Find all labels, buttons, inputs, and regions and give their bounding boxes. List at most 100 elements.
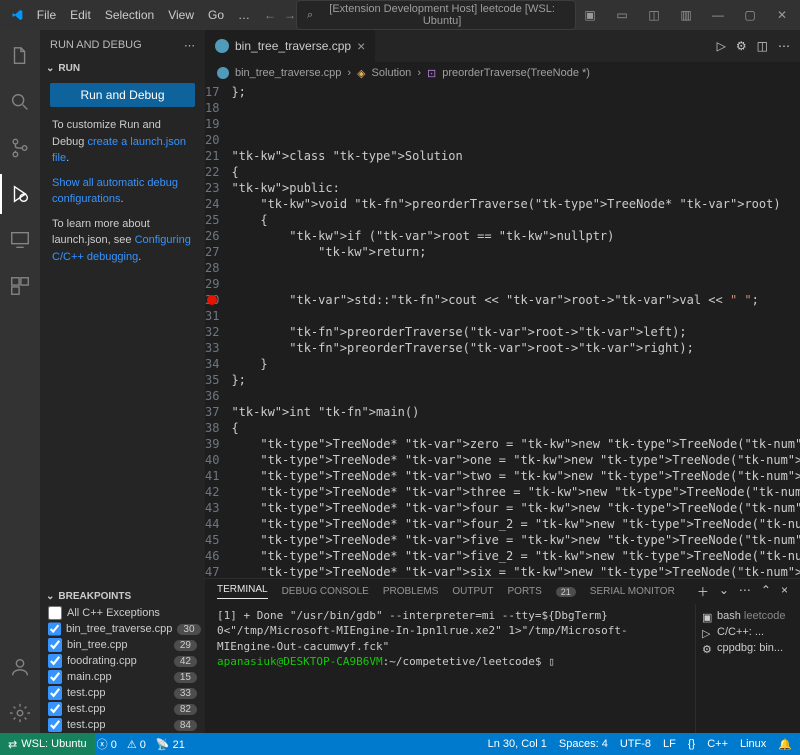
sidebar: RUN AND DEBUG ⋯ ⌄ RUN Run and Debug To c… bbox=[40, 30, 205, 733]
run-and-debug-button[interactable]: Run and Debug bbox=[50, 83, 195, 107]
terminal-item[interactable]: ▣bash leetcode bbox=[702, 608, 794, 624]
menu-…[interactable]: … bbox=[232, 4, 256, 26]
account-icon[interactable] bbox=[0, 647, 40, 687]
breakpoint-item[interactable]: foodrating.cpp42 bbox=[40, 653, 205, 669]
terminal-output: [1] + Done "/usr/bin/gdb" --interpreter=… bbox=[217, 608, 683, 654]
os-indicator[interactable]: Linux bbox=[740, 738, 766, 751]
layout-secondary-icon[interactable]: ◫ bbox=[640, 4, 668, 26]
panel-tab-terminal[interactable]: TERMINAL bbox=[217, 584, 268, 599]
cpp-file-icon bbox=[217, 67, 229, 79]
panel-tab-problems[interactable]: PROBLEMS bbox=[383, 586, 439, 597]
lang-braces-icon[interactable]: {} bbox=[688, 738, 695, 751]
remote-explorer-icon[interactable] bbox=[0, 220, 40, 260]
breakpoint-item[interactable]: main.cpp15 bbox=[40, 669, 205, 685]
menu-view[interactable]: View bbox=[162, 4, 200, 26]
nav-fwd-icon[interactable]: → bbox=[284, 8, 296, 22]
maximize-panel-icon[interactable]: ⌃ bbox=[761, 583, 771, 600]
panel-tab-output[interactable]: OUTPUT bbox=[452, 586, 493, 597]
minimize-icon[interactable]: — bbox=[704, 4, 732, 26]
remote-icon: ⇄ bbox=[8, 738, 17, 751]
search-icon[interactable] bbox=[0, 82, 40, 122]
gear-icon[interactable]: ⚙ bbox=[736, 39, 747, 53]
learn-text: To learn more about launch.json, see Con… bbox=[40, 212, 205, 270]
close-tab-icon[interactable]: × bbox=[357, 38, 365, 54]
cpp-file-icon bbox=[215, 39, 229, 53]
class-symbol-icon: ◈ bbox=[357, 67, 365, 80]
panel-tabs: TERMINAL DEBUG CONSOLE PROBLEMS OUTPUT PORTS… bbox=[205, 579, 800, 604]
bp-checkbox[interactable] bbox=[48, 718, 62, 732]
terminal-dropdown-icon[interactable]: ⌄ bbox=[719, 583, 729, 600]
bp-exceptions-checkbox[interactable] bbox=[48, 606, 62, 620]
settings-icon[interactable] bbox=[0, 693, 40, 733]
more-icon[interactable]: ⋯ bbox=[778, 39, 790, 53]
run-section[interactable]: ⌄ RUN bbox=[40, 60, 205, 77]
bp-checkbox[interactable] bbox=[48, 654, 62, 668]
breakpoint-item[interactable]: test.cpp82 bbox=[40, 701, 205, 717]
source-control-icon[interactable] bbox=[0, 128, 40, 168]
encoding[interactable]: UTF-8 bbox=[620, 738, 651, 751]
terminal-item[interactable]: ⚙cppdbg: bin... bbox=[702, 640, 794, 656]
code-editor[interactable]: 1718192021222324252627282930313233343536… bbox=[205, 84, 800, 578]
bp-checkbox[interactable] bbox=[48, 670, 62, 684]
bp-checkbox[interactable] bbox=[48, 638, 62, 652]
close-panel-icon[interactable]: × bbox=[781, 583, 788, 600]
remote-indicator[interactable]: ⇄ WSL: Ubuntu bbox=[0, 733, 95, 755]
layout-toggle-icon[interactable]: ▥ bbox=[672, 4, 700, 26]
maximize-icon[interactable]: ▢ bbox=[736, 4, 764, 26]
terminal-prompt-user: apanasiuk@DESKTOP-CA9B6VM bbox=[217, 655, 383, 668]
ports-count[interactable]: 📡 21 bbox=[156, 738, 185, 751]
tab-filename: bin_tree_traverse.cpp bbox=[235, 39, 351, 53]
more-icon[interactable]: ⋯ bbox=[739, 583, 751, 600]
extensions-icon[interactable] bbox=[0, 266, 40, 306]
menu-file[interactable]: File bbox=[31, 4, 62, 26]
nav-arrows[interactable]: ← → bbox=[264, 8, 296, 22]
bash-icon: ▣ bbox=[702, 611, 712, 621]
command-center[interactable]: ⌕ [Extension Development Host] leetcode … bbox=[296, 0, 576, 30]
chevron-down-icon: ⌄ bbox=[46, 63, 54, 74]
debug-icon: ▷ bbox=[702, 627, 712, 637]
titlebar: FileEditSelectionViewGo… ← → ⌕ [Extensio… bbox=[0, 0, 800, 30]
breakpoint-dot-icon[interactable] bbox=[207, 295, 217, 305]
show-debug-configs-link[interactable]: Show all automatic debug configurations bbox=[52, 177, 178, 206]
eol[interactable]: LF bbox=[663, 738, 676, 751]
breakpoint-item[interactable]: test.cpp33 bbox=[40, 685, 205, 701]
warnings-count[interactable]: ⚠ 0 bbox=[127, 738, 146, 751]
errors-count[interactable]: ⓧ 0 bbox=[97, 736, 117, 752]
panel-tab-debug-console[interactable]: DEBUG CONSOLE bbox=[282, 586, 369, 597]
breakpoint-item[interactable]: test.cpp84 bbox=[40, 717, 205, 733]
indentation[interactable]: Spaces: 4 bbox=[559, 738, 608, 751]
new-terminal-icon[interactable]: ＋ bbox=[697, 583, 709, 600]
panel-tab-ports[interactable]: PORTS bbox=[508, 586, 542, 597]
language-mode[interactable]: C++ bbox=[707, 738, 728, 751]
tab-active[interactable]: bin_tree_traverse.cpp × bbox=[205, 30, 376, 62]
terminal-item[interactable]: ▷C/C++: ... bbox=[702, 624, 794, 640]
bp-checkbox[interactable] bbox=[48, 702, 62, 716]
breakpoint-item[interactable]: bin_tree.cpp29 bbox=[40, 637, 205, 653]
cursor-position[interactable]: Ln 30, Col 1 bbox=[488, 738, 547, 751]
ports-badge: 21 bbox=[556, 587, 576, 597]
bp-checkbox[interactable] bbox=[48, 622, 61, 636]
menu-go[interactable]: Go bbox=[202, 4, 230, 26]
customize-text: To customize Run and Debug create a laun… bbox=[40, 113, 205, 171]
split-editor-icon[interactable]: ◫ bbox=[757, 39, 768, 53]
breadcrumb[interactable]: bin_tree_traverse.cpp › ◈ Solution › ⊡ p… bbox=[205, 62, 800, 84]
run-debug-icon[interactable] bbox=[0, 174, 40, 214]
breakpoints-section[interactable]: ⌄ BREAKPOINTS bbox=[40, 588, 205, 605]
bp-exceptions[interactable]: All C++ Exceptions bbox=[40, 605, 205, 621]
layout-primary-icon[interactable]: ▣ bbox=[576, 4, 604, 26]
search-icon: ⌕ bbox=[307, 9, 313, 22]
panel-tab-serial-monitor[interactable]: SERIAL MONITOR bbox=[590, 586, 675, 597]
terminal[interactable]: [1] + Done "/usr/bin/gdb" --interpreter=… bbox=[205, 604, 695, 733]
explorer-icon[interactable] bbox=[0, 36, 40, 76]
tabbar: bin_tree_traverse.cpp × ▷ ⚙ ◫ ⋯ bbox=[205, 30, 800, 62]
more-icon[interactable]: ⋯ bbox=[184, 39, 195, 52]
notifications-icon[interactable]: 🔔 bbox=[778, 738, 792, 751]
nav-back-icon[interactable]: ← bbox=[264, 8, 276, 22]
breakpoint-item[interactable]: bin_tree_traverse.cpp30 bbox=[40, 621, 205, 637]
close-window-icon[interactable]: ✕ bbox=[768, 4, 796, 26]
layout-panel-icon[interactable]: ▭ bbox=[608, 4, 636, 26]
bp-checkbox[interactable] bbox=[48, 686, 62, 700]
menu-selection[interactable]: Selection bbox=[99, 4, 160, 26]
run-file-icon[interactable]: ▷ bbox=[717, 39, 726, 53]
menu-edit[interactable]: Edit bbox=[64, 4, 97, 26]
